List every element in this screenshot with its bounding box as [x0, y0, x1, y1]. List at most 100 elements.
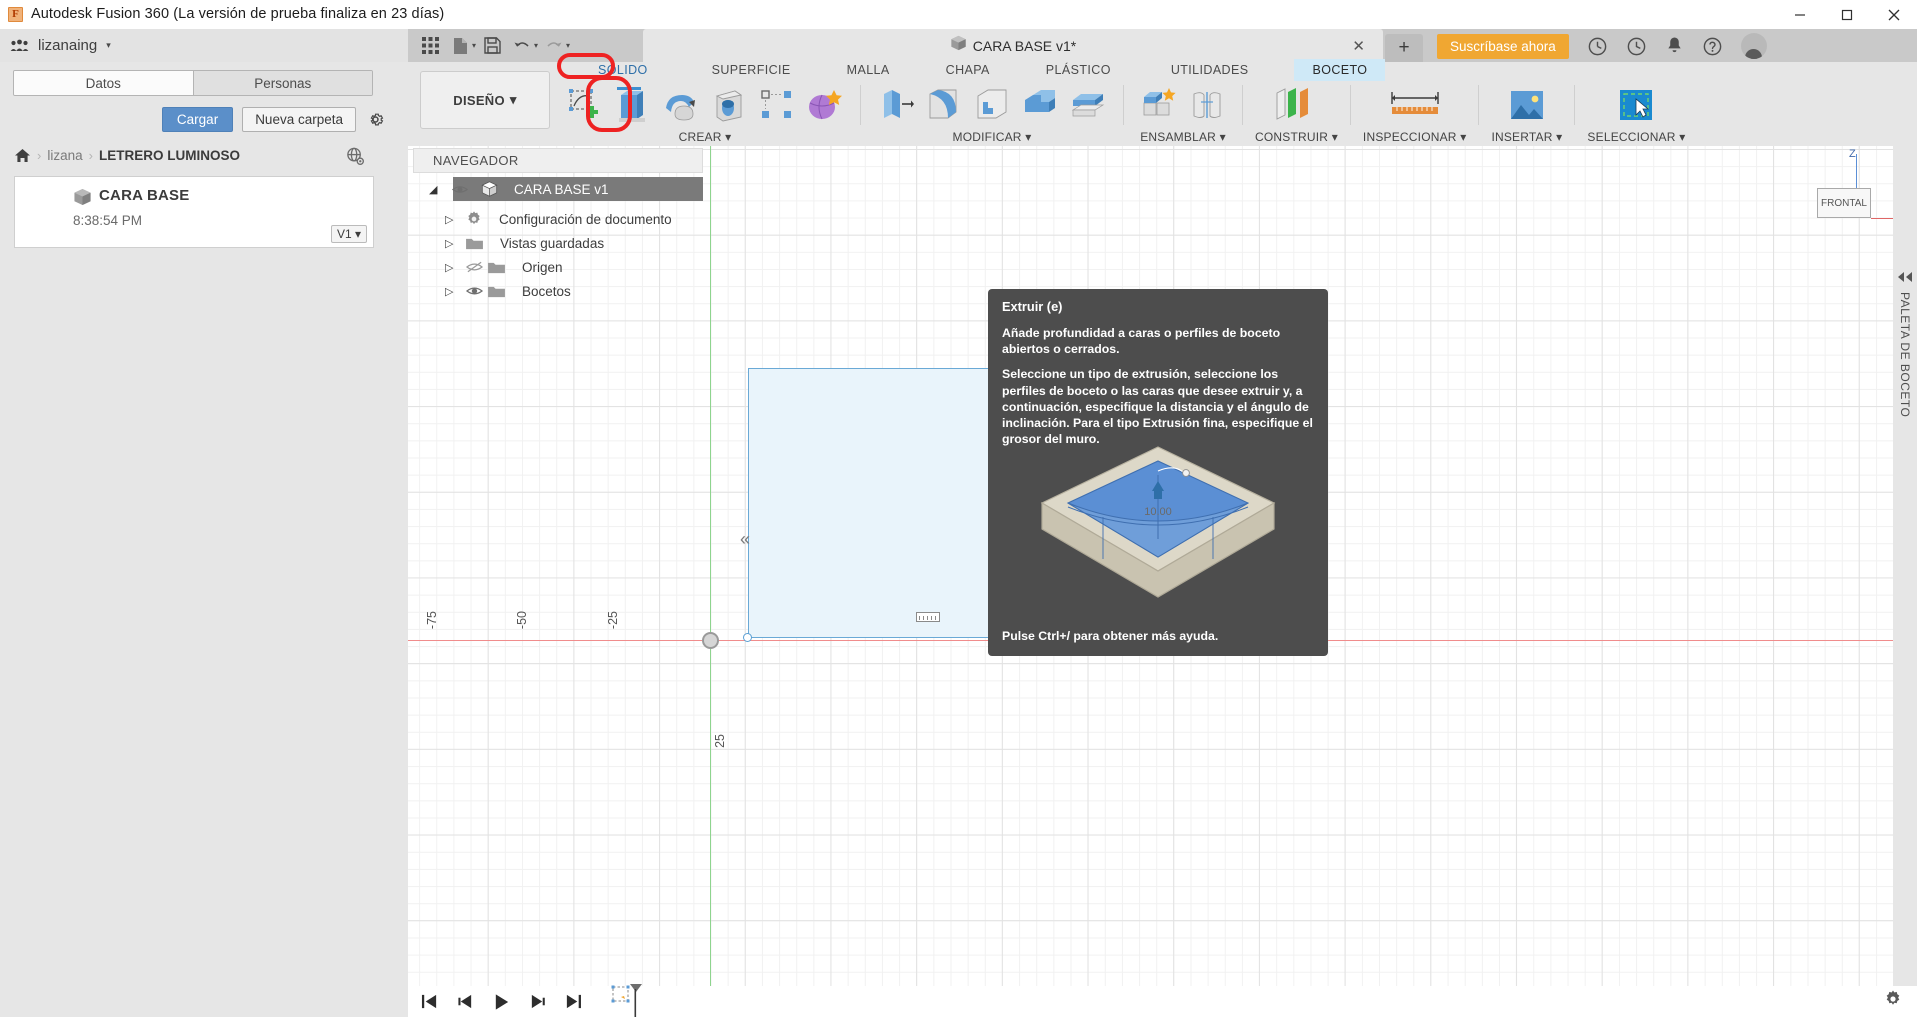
- breadcrumb-separator: ›: [37, 148, 41, 163]
- subscribe-button[interactable]: Suscríbase ahora: [1437, 34, 1569, 59]
- help-icon[interactable]: [1702, 36, 1723, 57]
- file-version-badge[interactable]: V1 ▾: [331, 225, 367, 243]
- ribbon-panel-label-insertar[interactable]: INSERTAR ▾: [1491, 130, 1562, 144]
- view-cube[interactable]: Z FRONTAL X: [1781, 152, 1891, 247]
- ribbon-panel-label-ensamblar[interactable]: ENSAMBLAR ▾: [1140, 130, 1226, 144]
- expand-arrow-icon[interactable]: ▷: [445, 213, 457, 226]
- ribbon-panel-label-inspeccionar[interactable]: INSPECCIONAR ▾: [1363, 130, 1467, 144]
- close-icon[interactable]: [1870, 0, 1917, 29]
- expand-arrow-icon[interactable]: ▷: [445, 261, 457, 274]
- press-pull-icon[interactable]: [873, 83, 919, 127]
- cube-icon: [950, 35, 967, 56]
- tab-utilidades[interactable]: UTILIDADES: [1159, 60, 1261, 80]
- insert-image-icon[interactable]: [1494, 83, 1560, 127]
- tab-superficie[interactable]: SUPERFICIE: [700, 60, 803, 80]
- globe-icon[interactable]: [345, 146, 366, 172]
- constraint-icon[interactable]: «: [740, 529, 750, 550]
- create-form-icon[interactable]: [802, 83, 848, 127]
- dimension-icon[interactable]: [916, 612, 940, 622]
- eye-off-icon[interactable]: [465, 261, 483, 273]
- chevron-down-icon[interactable]: ▾: [534, 41, 538, 50]
- tab-datos[interactable]: Datos: [14, 71, 193, 95]
- new-file-icon[interactable]: [446, 33, 474, 59]
- tab-personas[interactable]: Personas: [193, 71, 373, 95]
- document-tab[interactable]: CARA BASE v1* ✕: [643, 29, 1383, 62]
- hole-icon[interactable]: [706, 83, 752, 127]
- chevron-down-icon[interactable]: ▾: [106, 40, 111, 51]
- file-card[interactable]: CARA BASE 8:38:54 PM V1 ▾: [14, 176, 374, 248]
- chevron-down-icon[interactable]: ▾: [472, 41, 476, 50]
- maximize-icon[interactable]: [1823, 0, 1870, 29]
- joint-icon[interactable]: [1184, 83, 1230, 127]
- timeline-play-icon[interactable]: [488, 989, 514, 1015]
- navigator-row-origen[interactable]: ▷ Origen: [413, 255, 703, 279]
- fillet-icon[interactable]: [921, 83, 967, 127]
- gear-icon[interactable]: [365, 110, 385, 130]
- avatar[interactable]: [1741, 33, 1767, 59]
- minimize-icon[interactable]: [1776, 0, 1823, 29]
- navigator-row-root[interactable]: ◢ CARA BASE v1: [453, 177, 703, 201]
- timeline-last-icon[interactable]: [560, 989, 586, 1015]
- timeline-first-icon[interactable]: [416, 989, 442, 1015]
- navigator-row-bocetos[interactable]: ▷ Bocetos: [413, 279, 703, 303]
- home-icon[interactable]: [14, 148, 31, 163]
- tab-malla[interactable]: MALLA: [835, 60, 902, 80]
- ribbon-panel-label-crear[interactable]: CREAR ▾: [679, 130, 732, 144]
- timeline-prev-icon[interactable]: [452, 989, 478, 1015]
- shell-icon[interactable]: [969, 83, 1015, 127]
- redo-icon[interactable]: [540, 33, 568, 59]
- create-sketch-icon[interactable]: [562, 83, 608, 127]
- combine-icon[interactable]: [1017, 83, 1063, 127]
- tab-plastico[interactable]: PLÁSTICO: [1034, 60, 1123, 80]
- tooltip-title: Extruir (e): [1002, 299, 1314, 316]
- ribbon-panel-construir: CONSTRUIR ▾: [1251, 83, 1342, 144]
- clock-icon[interactable]: [1626, 36, 1647, 57]
- offset-plane-icon[interactable]: [1265, 83, 1327, 127]
- sketch-palette-strip[interactable]: PALETA DE BOCETO: [1893, 146, 1917, 986]
- navigator-row-label: CARA BASE v1: [514, 182, 609, 197]
- navigator-row-configuracion[interactable]: ▷ Configuración de documento: [413, 207, 703, 231]
- job-status-icon[interactable]: [1587, 36, 1608, 57]
- ribbon-panel-label-construir[interactable]: CONSTRUIR ▾: [1255, 130, 1338, 144]
- revolve-icon[interactable]: [658, 83, 704, 127]
- grid-apps-icon[interactable]: [416, 33, 444, 59]
- sketch-origin-point[interactable]: [702, 632, 719, 649]
- new-folder-button[interactable]: Nueva carpeta: [242, 107, 356, 132]
- ribbon-panel-inspeccionar: INSPECCIONAR ▾: [1359, 83, 1471, 144]
- view-cube-face[interactable]: FRONTAL: [1817, 188, 1871, 218]
- expand-arrow-icon[interactable]: ▷: [445, 285, 457, 298]
- upload-button[interactable]: Cargar: [162, 107, 233, 132]
- expand-arrow-icon[interactable]: ◢: [429, 183, 441, 196]
- eye-icon[interactable]: [451, 184, 469, 195]
- sketch-canvas[interactable]: « -75 -50 -25 25 collapse-left-icon NAVE…: [408, 146, 1917, 986]
- tab-solido[interactable]: SOLIDO: [586, 60, 660, 80]
- sketch-feature-icon[interactable]: [608, 982, 648, 1017]
- expand-arrow-icon[interactable]: ▷: [445, 237, 457, 250]
- pattern-icon[interactable]: [754, 83, 800, 127]
- tab-boceto[interactable]: BOCETO: [1294, 59, 1385, 81]
- ribbon-panel-label-seleccionar[interactable]: SELECCIONAR ▾: [1587, 130, 1685, 144]
- save-icon[interactable]: [478, 33, 506, 59]
- gear-icon[interactable]: [1883, 989, 1903, 1014]
- workspace-selector[interactable]: DISEÑO ▾: [420, 71, 550, 129]
- add-tab-button[interactable]: +: [1385, 34, 1423, 62]
- chevron-down-icon[interactable]: ▾: [566, 41, 570, 50]
- measure-icon[interactable]: [1373, 83, 1457, 127]
- timeline-next-icon[interactable]: [524, 989, 550, 1015]
- undo-icon[interactable]: [508, 33, 536, 59]
- close-icon[interactable]: ✕: [1352, 37, 1365, 55]
- collapse-left-icon[interactable]: [1897, 272, 1913, 282]
- new-component-icon[interactable]: [1136, 83, 1182, 127]
- account-name[interactable]: lizanaing: [38, 37, 97, 54]
- offset-face-icon[interactable]: [1065, 83, 1111, 127]
- bell-icon[interactable]: [1665, 36, 1684, 56]
- ribbon-panel-label-modificar[interactable]: MODIFICAR ▾: [953, 130, 1032, 144]
- breadcrumb-item-project[interactable]: lizana: [47, 148, 82, 163]
- sketch-point[interactable]: [743, 633, 752, 642]
- select-window-icon[interactable]: [1601, 83, 1671, 127]
- navigator-row-vistas[interactable]: ▷ Vistas guardadas: [413, 231, 703, 255]
- eye-icon[interactable]: [465, 285, 483, 297]
- breadcrumb-item-folder[interactable]: LETRERO LUMINOSO: [99, 148, 240, 163]
- extrude-icon[interactable]: [610, 83, 656, 127]
- tab-chapa[interactable]: CHAPA: [934, 60, 1002, 80]
